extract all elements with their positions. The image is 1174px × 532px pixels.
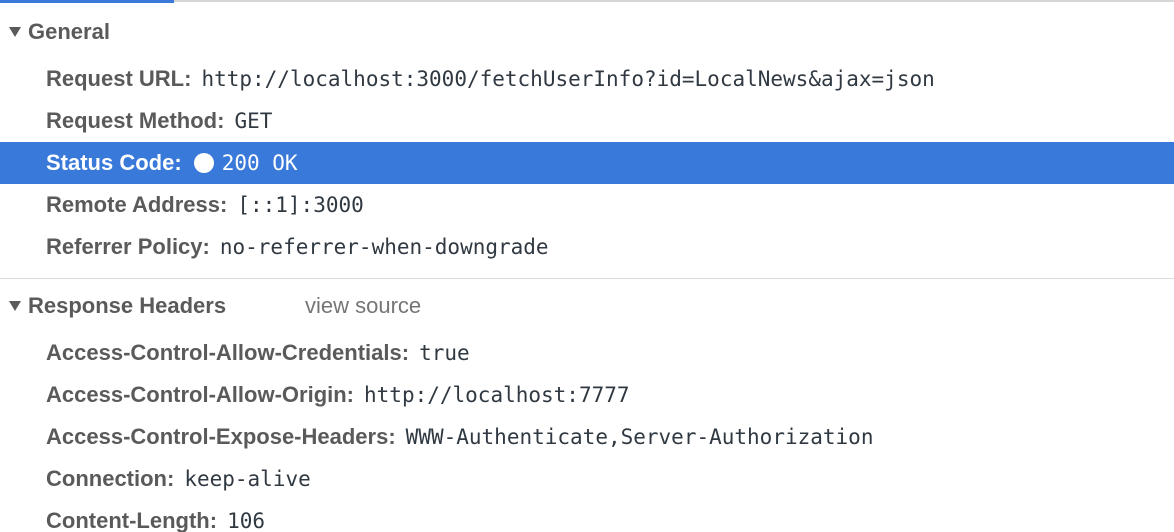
general-row-request-url[interactable]: Request URL: http://localhost:3000/fetch… xyxy=(0,58,1174,100)
header-row-aceh[interactable]: Access-Control-Expose-Headers: WWW-Authe… xyxy=(0,416,1174,458)
row-value: keep-alive xyxy=(184,467,311,491)
row-key: Connection: xyxy=(46,466,175,491)
collapse-triangle-icon[interactable] xyxy=(9,27,21,37)
active-tab-indicator xyxy=(0,0,174,3)
header-row-acac[interactable]: Access-Control-Allow-Credentials: true xyxy=(0,332,1174,374)
row-value: no-referrer-when-downgrade xyxy=(219,235,549,259)
header-row-content-length[interactable]: Content-Length: 106 xyxy=(0,500,1174,532)
row-value: WWW-Authenticate,Server-Authorization xyxy=(405,425,874,449)
row-value: http://localhost:7777 xyxy=(364,383,630,407)
row-key: Content-Length: xyxy=(46,508,218,532)
row-value: true xyxy=(419,341,470,365)
row-value: http://localhost:3000/fetchUserInfo?id=L… xyxy=(201,67,935,91)
general-row-referrer-policy[interactable]: Referrer Policy: no-referrer-when-downgr… xyxy=(0,226,1174,268)
row-value: 200 OK xyxy=(221,151,298,175)
top-border xyxy=(0,0,1174,2)
row-key: Access-Control-Expose-Headers: xyxy=(46,424,396,449)
section-title: General xyxy=(28,19,110,44)
row-key: Request Method: xyxy=(46,108,225,133)
header-row-connection[interactable]: Connection: keep-alive xyxy=(0,458,1174,500)
general-section-header[interactable]: General xyxy=(0,14,1174,50)
collapse-triangle-icon[interactable] xyxy=(9,301,21,311)
row-value: GET xyxy=(234,109,273,133)
row-value: [::1]:3000 xyxy=(237,193,364,217)
row-key: Request URL: xyxy=(46,66,192,91)
section-title: Response Headers xyxy=(28,293,227,318)
response-headers-section-header[interactable]: Response Headers view source xyxy=(0,288,1174,324)
section-divider xyxy=(0,278,1174,279)
header-row-acao[interactable]: Access-Control-Allow-Origin: http://loca… xyxy=(0,374,1174,416)
row-key: Status Code: xyxy=(46,150,182,175)
row-value: 106 xyxy=(227,509,265,532)
general-row-remote-address[interactable]: Remote Address: [::1]:3000 xyxy=(0,184,1174,226)
general-row-request-method[interactable]: Request Method: GET xyxy=(0,100,1174,142)
general-row-status-code[interactable]: Status Code: 200 OK xyxy=(0,142,1174,184)
row-key: Access-Control-Allow-Origin: xyxy=(46,382,355,407)
status-dot-icon xyxy=(193,153,214,173)
row-key: Referrer Policy: xyxy=(46,234,210,259)
view-source-link[interactable]: view source xyxy=(305,293,421,319)
row-key: Access-Control-Allow-Credentials: xyxy=(46,340,410,365)
row-key: Remote Address: xyxy=(46,192,228,217)
